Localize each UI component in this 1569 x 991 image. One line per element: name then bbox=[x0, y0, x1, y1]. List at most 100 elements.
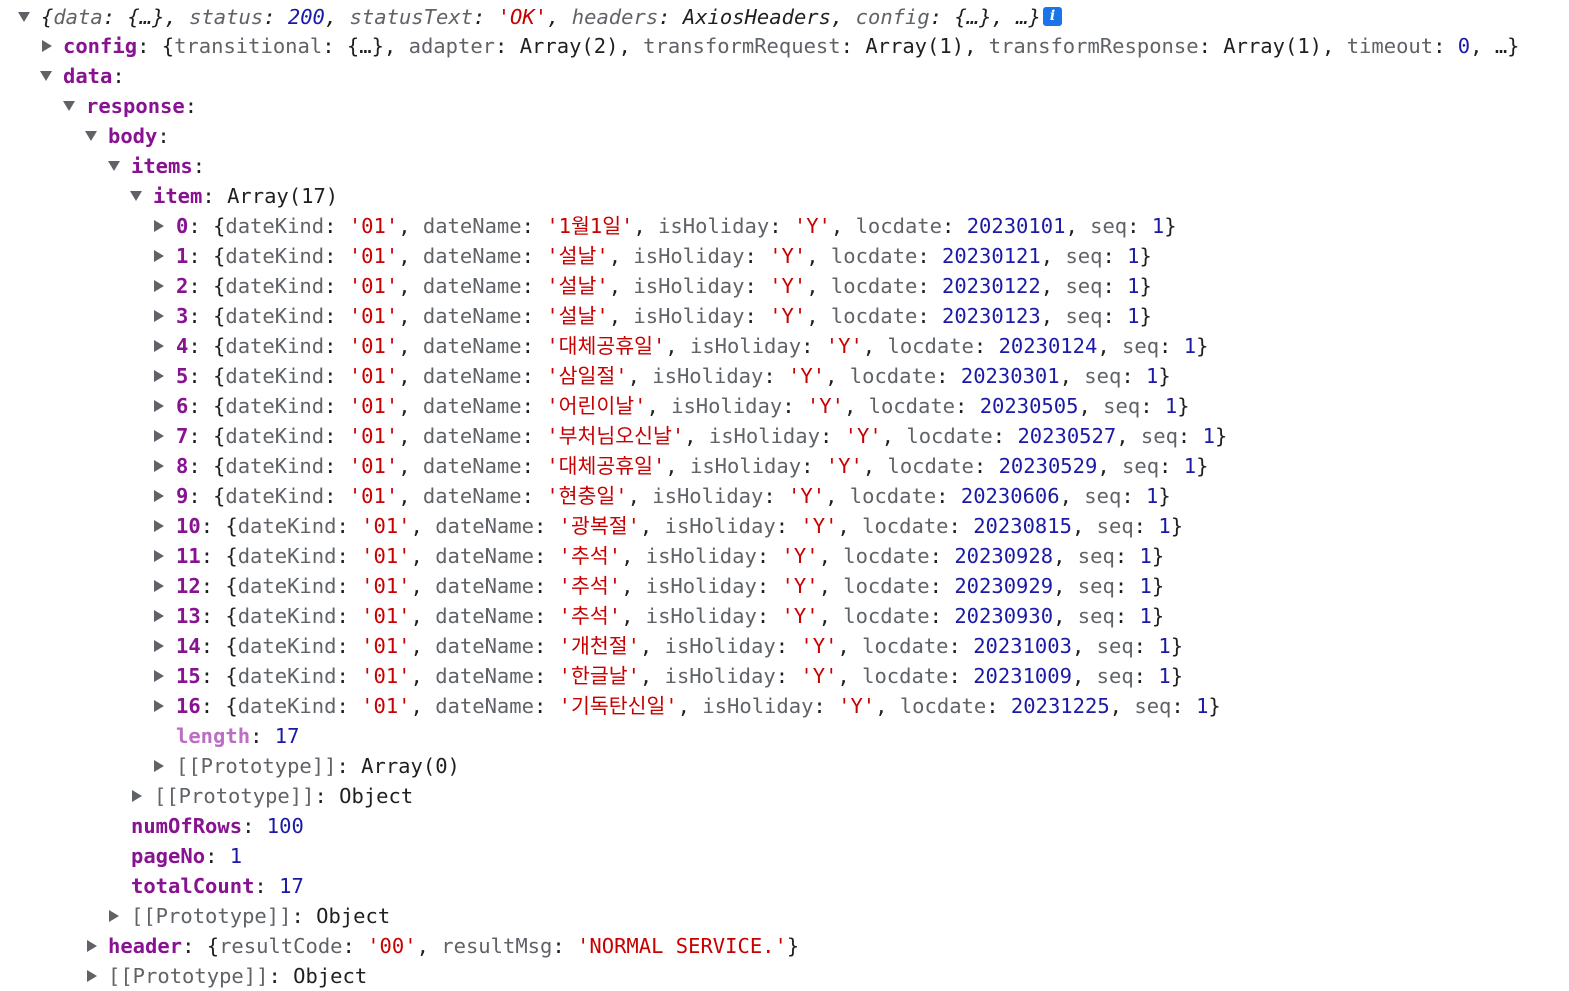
expand-toggle-icon[interactable] bbox=[109, 910, 119, 922]
field-value: 1 bbox=[1139, 574, 1152, 598]
field-key: locdate bbox=[899, 694, 987, 718]
field-value: 1 bbox=[1146, 484, 1159, 508]
item-index: 5 bbox=[176, 364, 189, 388]
field-value: '추석' bbox=[558, 544, 622, 568]
expand-toggle-icon[interactable] bbox=[154, 670, 164, 682]
field-value: '설날' bbox=[546, 244, 609, 268]
field-key: dateKind bbox=[225, 364, 325, 388]
expand-toggle-icon[interactable] bbox=[63, 101, 75, 111]
field-value: '설날' bbox=[546, 304, 609, 328]
field-key: isHoliday bbox=[664, 664, 776, 688]
field-key: isHoliday bbox=[652, 484, 764, 508]
item-index: 9 bbox=[176, 484, 189, 508]
field-key: dateKind bbox=[225, 214, 325, 238]
field-key: locdate bbox=[830, 304, 918, 328]
field-value: 1 bbox=[1183, 334, 1197, 358]
field-value: 'Y' bbox=[800, 514, 838, 538]
field-key: locdate bbox=[862, 664, 949, 688]
expand-toggle-icon[interactable] bbox=[154, 250, 164, 262]
field-value: '01' bbox=[361, 514, 411, 538]
field-value: '부처님오신날' bbox=[546, 424, 685, 448]
field-value: '01' bbox=[361, 604, 411, 628]
summary-key: data bbox=[53, 5, 103, 29]
field-key: dateKind bbox=[237, 604, 337, 628]
field-value: 1 bbox=[1127, 274, 1140, 298]
expand-toggle-icon[interactable] bbox=[154, 310, 164, 322]
expand-toggle-icon[interactable] bbox=[154, 520, 164, 532]
field-value: 1 bbox=[1158, 514, 1171, 538]
field-value: 20230121 bbox=[942, 244, 1041, 268]
item-index: 15 bbox=[176, 664, 201, 688]
expand-toggle-icon[interactable] bbox=[154, 490, 164, 502]
field-value: '01' bbox=[348, 394, 399, 418]
field-key: seq bbox=[1140, 424, 1178, 448]
expand-toggle-icon[interactable] bbox=[154, 550, 164, 562]
expand-toggle-icon[interactable] bbox=[154, 460, 164, 472]
field-key: dateKind bbox=[237, 664, 337, 688]
field-value: 20230930 bbox=[954, 604, 1054, 628]
field-value: 20230124 bbox=[998, 334, 1098, 358]
expand-toggle-icon[interactable] bbox=[87, 940, 97, 952]
expand-toggle-icon[interactable] bbox=[108, 161, 120, 171]
field-value: 20230101 bbox=[966, 214, 1066, 238]
field-key: dateKind bbox=[225, 454, 325, 478]
field-value: '기독탄신일' bbox=[558, 694, 678, 718]
expand-toggle-icon[interactable] bbox=[154, 340, 164, 352]
field-value: 'Y' bbox=[781, 574, 819, 598]
expand-toggle-icon[interactable] bbox=[154, 610, 164, 622]
expand-toggle-icon[interactable] bbox=[154, 580, 164, 592]
field-key: seq bbox=[1065, 274, 1103, 298]
expand-toggle-icon[interactable] bbox=[154, 220, 164, 232]
expand-toggle-icon[interactable] bbox=[85, 131, 97, 141]
field-key: seq bbox=[1065, 244, 1103, 268]
field-value: '01' bbox=[348, 454, 399, 478]
info-icon[interactable]: i bbox=[1043, 7, 1062, 26]
field-value: 1 bbox=[1183, 454, 1197, 478]
item-index: 11 bbox=[176, 544, 201, 568]
field-key: locdate bbox=[843, 544, 930, 568]
field-value: 20230928 bbox=[954, 544, 1054, 568]
item-index: 12 bbox=[176, 574, 201, 598]
field-key: isHoliday bbox=[633, 244, 745, 268]
field-value: '01' bbox=[361, 664, 411, 688]
field-value: 1 bbox=[1158, 634, 1171, 658]
field-key: isHoliday bbox=[689, 454, 802, 478]
expand-toggle-icon[interactable] bbox=[18, 12, 30, 22]
field-value: '현충일' bbox=[546, 484, 628, 508]
field-value: '삼일절' bbox=[546, 364, 628, 388]
field-key: locdate bbox=[887, 454, 974, 478]
expand-toggle-icon[interactable] bbox=[40, 71, 52, 81]
field-key: seq bbox=[1077, 604, 1115, 628]
field-value: 'Y' bbox=[788, 364, 826, 388]
field-key: dateName bbox=[422, 364, 522, 388]
field-key: isHoliday bbox=[689, 334, 802, 358]
field-value: 1 bbox=[1158, 664, 1171, 688]
expand-toggle-icon[interactable] bbox=[154, 280, 164, 292]
field-key: isHoliday bbox=[702, 694, 814, 718]
expand-toggle-icon[interactable] bbox=[154, 640, 164, 652]
field-value: 20231009 bbox=[973, 664, 1072, 688]
expand-toggle-icon[interactable] bbox=[154, 400, 164, 412]
item-index: 7 bbox=[176, 424, 189, 448]
field-key: dateName bbox=[435, 544, 534, 568]
field-value: '설날' bbox=[546, 274, 609, 298]
field-key: dateName bbox=[422, 274, 522, 298]
expand-toggle-icon[interactable] bbox=[42, 40, 52, 52]
field-key: dateKind bbox=[237, 634, 337, 658]
field-key: isHoliday bbox=[708, 424, 820, 448]
expand-toggle-icon[interactable] bbox=[154, 430, 164, 442]
field-value: 1 bbox=[1127, 304, 1140, 328]
field-value: '01' bbox=[348, 364, 399, 388]
field-key: dateKind bbox=[237, 544, 337, 568]
expand-toggle-icon[interactable] bbox=[87, 970, 97, 982]
field-value: '01' bbox=[361, 574, 411, 598]
item-index: 8 bbox=[176, 454, 189, 478]
field-value: 1 bbox=[1127, 244, 1140, 268]
field-value: '개천절' bbox=[558, 634, 640, 658]
expand-toggle-icon[interactable] bbox=[130, 191, 142, 201]
item-index: 2 bbox=[176, 274, 189, 298]
expand-toggle-icon[interactable] bbox=[154, 700, 164, 712]
expand-toggle-icon[interactable] bbox=[132, 790, 142, 802]
expand-toggle-icon[interactable] bbox=[154, 760, 164, 772]
expand-toggle-icon[interactable] bbox=[154, 370, 164, 382]
